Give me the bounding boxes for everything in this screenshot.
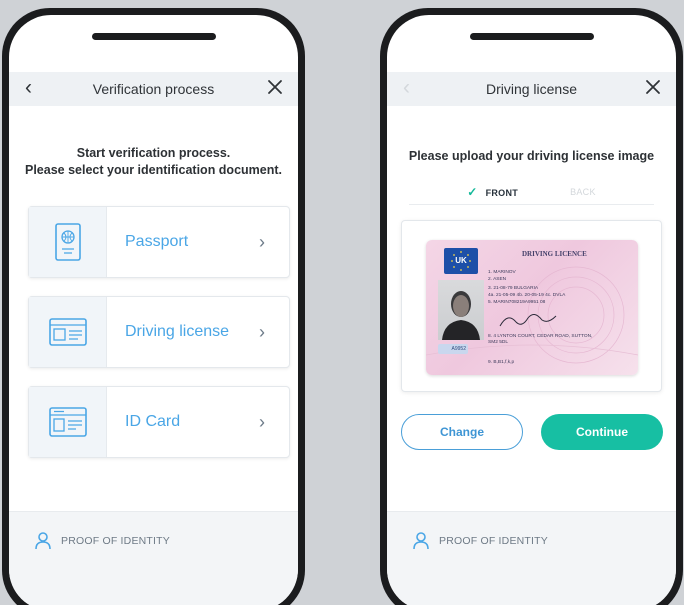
portrait-image — [442, 291, 480, 340]
phone-driving-license: ‹ Driving license Please upload your dri… — [380, 8, 683, 605]
id-card-icon — [48, 407, 87, 437]
upload-heading: Please upload your driving license image — [408, 149, 655, 163]
signature-image — [499, 314, 557, 327]
license-field: 8. 4 LYNTON COURT, CEDAR ROAD, SUTTON, — [488, 334, 593, 339]
passport-icon — [54, 223, 81, 261]
speaker-notch — [91, 33, 216, 40]
license-title: DRIVING LICENCE — [522, 250, 587, 258]
eu-flag: UK — [444, 248, 478, 274]
passport-icon-box — [29, 207, 107, 277]
footer-proof-of-identity: PROOF OF IDENTITY — [413, 532, 548, 550]
license-field: 2. ASEN — [488, 277, 507, 282]
driving-license-image: UK DRIVING LICENCE 1. MARINOV 2. ASEN 3.… — [426, 240, 638, 375]
navigation-bar: ‹ Verification process — [9, 72, 298, 106]
close-icon[interactable] — [642, 76, 664, 98]
document-option-passport[interactable]: Passport › — [28, 206, 290, 278]
chevron-right-icon: › — [259, 411, 265, 432]
footer-proof-of-identity: PROOF OF IDENTITY — [35, 532, 170, 550]
license-field: 4a. 21-05-09 4b. 20-05-19 4c. DVLA — [488, 293, 566, 298]
chevron-right-icon: › — [259, 231, 265, 252]
document-label: ID Card — [125, 413, 181, 430]
license-field: 9. B,B1,f,k,p — [488, 360, 515, 365]
license-field: 1. MARINOV — [488, 270, 516, 275]
tab-front-label: FRONT — [485, 188, 519, 198]
speaker-notch — [469, 33, 594, 40]
license-field: SM2 5DL — [488, 340, 508, 345]
heading-line-2: Please select your identification docume… — [24, 163, 282, 177]
side-tabs: ✓ FRONT BACK — [409, 183, 654, 205]
tab-back[interactable]: BACK — [544, 183, 622, 204]
screen: ‹ Driving license Please upload your dri… — [387, 15, 676, 605]
license-photo — [438, 280, 484, 340]
page-title: Verification process — [92, 81, 215, 97]
document-option-driving-license[interactable]: Driving license › — [28, 296, 290, 368]
footer: PROOF OF IDENTITY — [9, 512, 298, 605]
license-badge: A9952 — [438, 344, 468, 354]
chevron-right-icon: › — [259, 321, 265, 342]
checkmark-icon: ✓ — [467, 185, 478, 199]
page-title: Driving license — [485, 81, 578, 97]
change-button[interactable]: Change — [401, 414, 523, 450]
country-code: UK — [455, 256, 467, 265]
user-icon — [413, 532, 429, 550]
driving-license-icon — [48, 318, 87, 346]
driving-license-icon-box — [29, 297, 107, 367]
document-label: Passport — [125, 233, 189, 250]
footer-label: PROOF OF IDENTITY — [439, 535, 548, 547]
close-icon[interactable] — [264, 76, 286, 98]
license-preview: UK DRIVING LICENCE 1. MARINOV 2. ASEN 3.… — [401, 220, 662, 392]
screen: ‹ Verification process Start verificatio… — [9, 15, 298, 605]
back-arrow-icon[interactable]: ‹ — [25, 77, 32, 99]
user-icon — [35, 532, 51, 550]
document-option-id-card[interactable]: ID Card › — [28, 386, 290, 458]
continue-button[interactable]: Continue — [541, 414, 663, 450]
heading-line-1: Start verification process. — [76, 146, 231, 160]
navigation-bar: ‹ Driving license — [387, 72, 676, 106]
instructions-heading: Start verification process. Please selec… — [9, 145, 298, 179]
id-card-icon-box — [29, 387, 107, 457]
document-label: Driving license — [125, 323, 230, 340]
footer-label: PROOF OF IDENTITY — [61, 535, 170, 547]
license-field: 5. MARIN708219A9951 08 — [488, 300, 546, 305]
phone-verification-process: ‹ Verification process Start verificatio… — [2, 8, 305, 605]
back-arrow-icon[interactable]: ‹ — [403, 77, 410, 99]
footer: PROOF OF IDENTITY — [387, 512, 676, 605]
tab-front[interactable]: ✓ FRONT — [441, 183, 544, 204]
license-field: 3. 21-08-79 BULGARIA — [488, 286, 539, 291]
